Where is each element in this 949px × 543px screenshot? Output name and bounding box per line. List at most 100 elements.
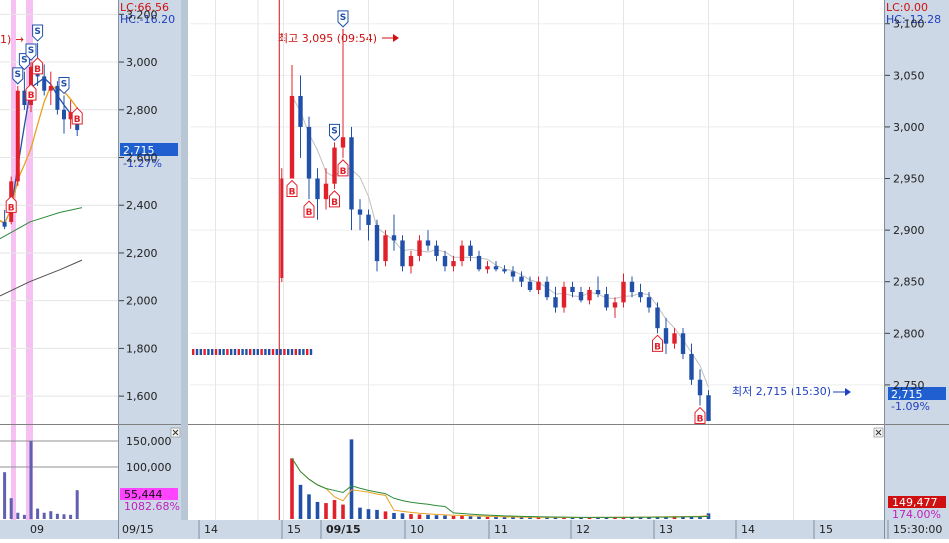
candle-body bbox=[306, 126, 312, 179]
left-axis-panel bbox=[118, 0, 188, 539]
volume-bar bbox=[36, 508, 40, 519]
time-axis-label: 15 bbox=[819, 523, 833, 536]
volume-bar bbox=[468, 516, 473, 519]
volume-tick-label: 150,000 bbox=[126, 435, 172, 448]
candle-body bbox=[629, 281, 635, 293]
svg-text:B: B bbox=[28, 91, 35, 101]
left-volume-ratio: 1082.68% bbox=[124, 500, 180, 513]
svg-text:S: S bbox=[15, 70, 21, 80]
time-axis-label: 14 bbox=[204, 523, 218, 536]
price-tick-label: 2,800 bbox=[893, 327, 925, 340]
price-tick-label: 2,950 bbox=[893, 173, 925, 186]
candle-body bbox=[476, 255, 482, 270]
pre-market-bar bbox=[252, 349, 256, 355]
price-tick-label: 2,850 bbox=[893, 276, 925, 289]
pre-market-bar bbox=[211, 349, 214, 355]
volume-bar bbox=[502, 517, 507, 519]
candle-body bbox=[485, 266, 490, 270]
time-axis-label: 10 bbox=[410, 523, 424, 536]
pre-market-bar bbox=[233, 349, 237, 355]
time-axis-label: 15:30:00 bbox=[893, 523, 942, 536]
candle-body bbox=[425, 240, 431, 246]
candle-body bbox=[519, 276, 524, 282]
candle-body bbox=[451, 261, 456, 267]
candle-body bbox=[434, 245, 439, 256]
candle-body bbox=[604, 294, 609, 308]
pre-market-bar bbox=[199, 349, 202, 355]
volume-bar bbox=[55, 513, 59, 519]
pre-market-bar bbox=[294, 349, 297, 355]
candle-body bbox=[544, 281, 550, 298]
price-tick-label: 2,750 bbox=[893, 379, 925, 392]
volume-bar bbox=[400, 513, 405, 519]
pre-market-bar bbox=[279, 349, 282, 355]
candle-body bbox=[374, 224, 380, 262]
candle-body bbox=[689, 353, 694, 380]
candle-body bbox=[536, 281, 541, 290]
volume-bar bbox=[16, 512, 20, 519]
candle-body bbox=[400, 240, 405, 267]
candle-body bbox=[493, 266, 499, 270]
svg-text:B: B bbox=[331, 198, 338, 208]
candle-body bbox=[42, 76, 47, 91]
volume-bar bbox=[383, 511, 388, 519]
price-tick-label: 2,800 bbox=[126, 104, 158, 117]
panel-splitter[interactable] bbox=[181, 0, 188, 539]
right-volume-ratio: 174.00% bbox=[892, 508, 941, 521]
volume-bar bbox=[49, 511, 53, 519]
svg-text:S: S bbox=[61, 79, 67, 89]
candle-body bbox=[638, 292, 643, 298]
pre-market-bar bbox=[192, 349, 195, 355]
candle-body bbox=[349, 137, 354, 210]
svg-text:S: S bbox=[28, 46, 34, 56]
svg-text:B: B bbox=[306, 208, 313, 218]
time-axis-label: 14 bbox=[741, 523, 755, 536]
volume-bar bbox=[451, 515, 456, 519]
time-axis-label: 09 bbox=[30, 523, 44, 536]
candle-body bbox=[553, 297, 558, 308]
pre-market-bar bbox=[309, 349, 313, 355]
price-tick-label: 1,600 bbox=[126, 390, 158, 403]
pre-market-bar bbox=[214, 349, 218, 355]
candle-body bbox=[595, 289, 601, 295]
candle-body bbox=[298, 95, 303, 127]
volume-bar bbox=[443, 515, 447, 519]
pre-market-bar bbox=[237, 349, 240, 355]
volume-bar bbox=[324, 503, 328, 519]
volume-bar bbox=[69, 514, 73, 519]
candle-body bbox=[578, 292, 584, 301]
svg-text:S: S bbox=[34, 27, 40, 37]
candle-body bbox=[621, 281, 626, 303]
pre-market-bar bbox=[283, 349, 286, 355]
volume-bar bbox=[460, 515, 464, 519]
pre-market-bar bbox=[241, 349, 244, 355]
time-axis-label: 09/15 bbox=[122, 523, 154, 536]
price-tick-label: 2,600 bbox=[126, 152, 158, 165]
candle-body bbox=[468, 245, 473, 256]
volume-bar bbox=[42, 512, 46, 519]
candle-body bbox=[706, 395, 711, 422]
high-annotation: 최고 3,095 (09:54) bbox=[278, 32, 377, 45]
candle-body bbox=[366, 214, 371, 225]
candle-body bbox=[391, 235, 397, 241]
price-tick-label: 3,100 bbox=[893, 18, 925, 31]
volume-bar bbox=[62, 514, 66, 519]
pre-market-bar bbox=[203, 349, 206, 355]
pre-market-bar bbox=[260, 349, 263, 355]
candle-body bbox=[383, 235, 388, 262]
volume-bar bbox=[511, 517, 515, 519]
volume-bar bbox=[22, 514, 26, 519]
pre-market-bar bbox=[298, 349, 301, 355]
pre-market-bar bbox=[218, 349, 221, 355]
candle-body bbox=[697, 379, 703, 396]
pre-market-bar bbox=[271, 349, 275, 355]
candle-body bbox=[442, 255, 448, 267]
pre-market-bar bbox=[226, 349, 229, 355]
candle-body bbox=[646, 297, 652, 308]
candle-body bbox=[2, 221, 7, 227]
candle-body bbox=[357, 209, 363, 215]
chart-canvas: LC:66.56 HC:-16.20 1) → LC:0.00 HC:-12.2… bbox=[0, 0, 949, 539]
price-tick-label: 2,000 bbox=[126, 295, 158, 308]
stock-chart-window: LC:66.56 HC:-16.20 1) → LC:0.00 HC:-12.2… bbox=[0, 0, 949, 539]
price-tick-label: 2,200 bbox=[126, 247, 158, 260]
